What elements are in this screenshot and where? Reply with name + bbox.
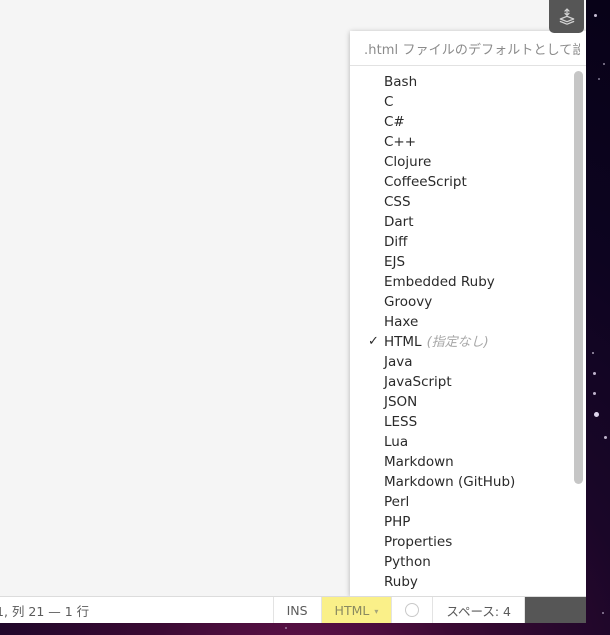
grammar-item-label: Diff bbox=[384, 234, 408, 250]
grammar-list-item[interactable]: Java bbox=[350, 352, 586, 372]
chevron-down-icon: ▾ bbox=[374, 606, 379, 616]
grammar-list-item[interactable]: Embedded Ruby bbox=[350, 272, 586, 292]
circle-icon bbox=[405, 603, 420, 617]
grammar-list-item[interactable]: Haxe bbox=[350, 312, 586, 332]
grammar-item-label: Lua bbox=[384, 434, 409, 450]
grammar-list-item[interactable]: PHP bbox=[350, 512, 586, 532]
cursor-position[interactable]: 1, 列 21 — 1 行 bbox=[0, 597, 89, 623]
dropdown-scrollbar[interactable] bbox=[574, 67, 583, 595]
grammar-item-label: Python bbox=[384, 554, 431, 570]
grammar-list-item[interactable]: Diff bbox=[350, 232, 586, 252]
grammar-list-item[interactable]: JavaScript bbox=[350, 372, 586, 392]
wallpaper-star bbox=[598, 78, 600, 80]
grammar-list-item[interactable]: CSS bbox=[350, 192, 586, 212]
grammar-item-label: LESS bbox=[384, 414, 418, 430]
grammar-list-item[interactable]: CoffeeScript bbox=[350, 172, 586, 192]
grammar-item-label: Markdown (GitHub) bbox=[384, 474, 516, 490]
grammar-item-label: Groovy bbox=[384, 294, 433, 310]
grammar-item-label: CoffeeScript bbox=[384, 174, 467, 190]
grammar-item-label: CSS bbox=[384, 194, 411, 210]
indent-indicator[interactable]: スペース: 4 bbox=[432, 597, 524, 623]
wallpaper-star bbox=[603, 63, 605, 65]
grammar-item-label: EJS bbox=[384, 254, 406, 270]
grammar-list-item[interactable]: C++ bbox=[350, 132, 586, 152]
layers-stack-button[interactable] bbox=[549, 0, 584, 33]
wallpaper-star bbox=[285, 627, 287, 629]
grammar-item-label: Ruby bbox=[384, 574, 418, 590]
grammar-list-item[interactable]: Markdown bbox=[350, 452, 586, 472]
dropdown-header: .html ファイルのデフォルトとして設定 bbox=[350, 31, 586, 66]
grammar-item-label: Dart bbox=[384, 214, 414, 230]
grammar-item-label: HTML bbox=[384, 334, 422, 350]
grammar-item-label: Properties bbox=[384, 534, 453, 550]
grammar-item-label: Clojure bbox=[384, 154, 432, 170]
grammar-item-label: Haxe bbox=[384, 314, 419, 330]
grammar-list-item[interactable]: C bbox=[350, 92, 586, 112]
grammar-list[interactable]: Bash C C# C++ Clojure CoffeeScript CSS Dart Diff… bbox=[350, 66, 586, 596]
grammar-list-item[interactable]: JSON bbox=[350, 392, 586, 412]
grammar-list-item[interactable]: C# bbox=[350, 112, 586, 132]
grammar-list-item[interactable]: Groovy bbox=[350, 292, 586, 312]
grammar-item-label: PHP bbox=[384, 514, 411, 530]
status-bar-end-block bbox=[524, 597, 586, 623]
layers-stack-icon bbox=[557, 7, 577, 27]
grammar-list-item[interactable]: Markdown (GitHub) bbox=[350, 472, 586, 492]
grammar-item-label: Perl bbox=[384, 494, 410, 510]
grammar-item-label: C++ bbox=[384, 134, 417, 150]
grammar-item-label: Markdown bbox=[384, 454, 454, 470]
wallpaper-star bbox=[604, 436, 607, 439]
grammar-list-item[interactable]: Clojure bbox=[350, 152, 586, 172]
grammar-list-item[interactable]: Ruby bbox=[350, 572, 586, 592]
grammar-item-label: JavaScript bbox=[384, 374, 452, 390]
wallpaper-star bbox=[594, 14, 597, 17]
grammar-list-item[interactable]: Dart bbox=[350, 212, 586, 232]
wallpaper-star bbox=[594, 412, 599, 417]
wallpaper-star bbox=[602, 612, 604, 614]
grammar-item-label: C# bbox=[384, 114, 405, 130]
dropdown-scrollbar-thumb[interactable] bbox=[574, 71, 583, 484]
grammar-list-item[interactable]: Properties bbox=[350, 532, 586, 552]
grammar-indicator[interactable]: HTML ▾ bbox=[320, 597, 392, 623]
grammar-list-item[interactable]: Perl bbox=[350, 492, 586, 512]
grammar-list-item[interactable]: EJS bbox=[350, 252, 586, 272]
check-icon: ✓ bbox=[368, 334, 379, 349]
set-default-for-html-label[interactable]: .html ファイルのデフォルトとして設定 bbox=[364, 39, 580, 58]
grammar-list-item[interactable]: Python bbox=[350, 552, 586, 572]
grammar-item-note: (指定なし) bbox=[426, 335, 489, 350]
wallpaper-star bbox=[593, 392, 596, 395]
grammar-list-item[interactable]: Bash bbox=[350, 72, 586, 92]
insert-mode-indicator[interactable]: INS bbox=[272, 597, 321, 623]
editor-window: .html ファイルのデフォルトとして設定 Bash C C# C++ Clojure C… bbox=[0, 0, 586, 623]
live-status-indicator[interactable] bbox=[391, 597, 432, 623]
grammar-item-label: Bash bbox=[384, 74, 418, 90]
grammar-item-label: JSON bbox=[384, 394, 418, 410]
grammar-list-item[interactable]: LESS bbox=[350, 412, 586, 432]
grammar-item-label: C bbox=[384, 94, 394, 110]
grammar-item-label: Embedded Ruby bbox=[384, 274, 495, 290]
status-bar-spacer bbox=[89, 597, 272, 623]
grammar-list-item[interactable]: ✓ HTML (指定なし) bbox=[350, 332, 586, 352]
grammar-label: HTML bbox=[334, 602, 370, 618]
wallpaper-star bbox=[593, 372, 596, 375]
wallpaper-star bbox=[592, 352, 594, 354]
grammar-list-item[interactable]: Lua bbox=[350, 432, 586, 452]
screen: .html ファイルのデフォルトとして設定 Bash C C# C++ Clojure C… bbox=[0, 0, 610, 635]
status-bar: 1, 列 21 — 1 行 INS HTML ▾ スペース: 4 bbox=[0, 596, 586, 623]
grammar-item-label: Java bbox=[384, 354, 413, 370]
grammar-selector-dropdown[interactable]: .html ファイルのデフォルトとして設定 Bash C C# C++ Clojure C… bbox=[350, 31, 586, 596]
